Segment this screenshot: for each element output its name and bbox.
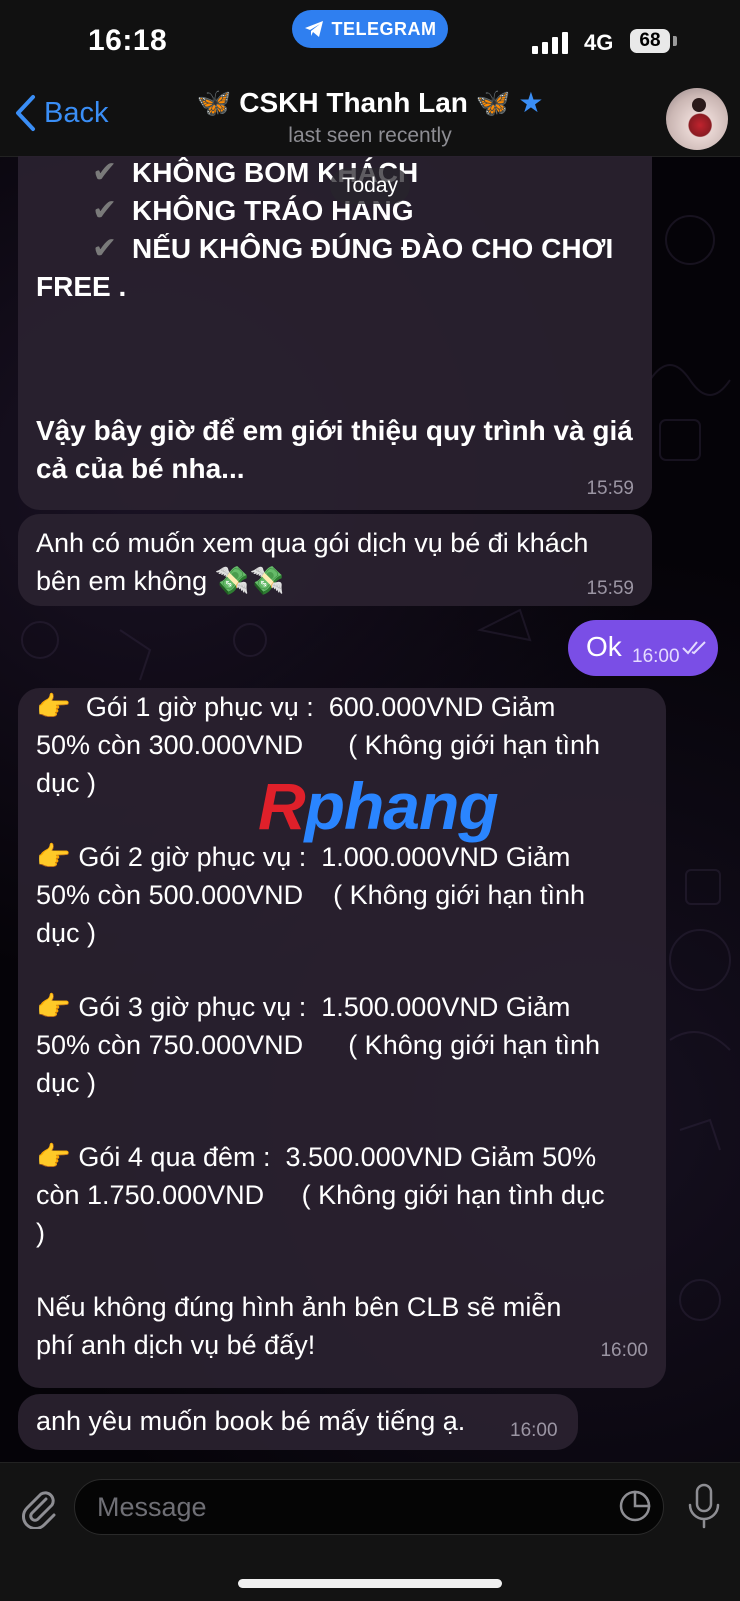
message-text: anh yêu muốn book bé mấy tiếng ạ. bbox=[36, 1406, 466, 1436]
chat-header: Back 🦋 CSKH Thanh Lan 🦋 ★ last seen rece… bbox=[0, 80, 740, 157]
message-line: bên em không 💸💸 bbox=[36, 562, 634, 600]
sticker-icon[interactable] bbox=[618, 1489, 652, 1523]
telegram-pill-label: TELEGRAM bbox=[331, 18, 437, 39]
network-type: 4G bbox=[584, 30, 614, 55]
message-bubble-incoming[interactable]: Anh có muốn xem qua gói dịch vụ bé đi kh… bbox=[18, 514, 652, 606]
pointing-right-icon: 👉 bbox=[36, 1141, 71, 1172]
status-time: 16:18 bbox=[88, 24, 168, 57]
check-mark-icon: ✔ bbox=[92, 156, 118, 189]
pointing-right-icon: 👉 bbox=[36, 841, 71, 872]
message-line: dục ) bbox=[36, 1068, 97, 1098]
message-bubble-outgoing[interactable]: Ok 16:00 bbox=[568, 620, 718, 676]
money-with-wings-icon: 💸 bbox=[249, 565, 285, 596]
message-input[interactable] bbox=[74, 1479, 664, 1535]
message-line: 50% còn 500.000VND ( Không giới hạn tình bbox=[36, 880, 586, 910]
watermark-logo: Rphang bbox=[258, 769, 499, 843]
premium-star-icon: ★ bbox=[518, 87, 544, 118]
message-time: 16:00 bbox=[632, 646, 680, 667]
message-line: FREE . bbox=[36, 271, 127, 302]
message-time: 16:00 bbox=[510, 1420, 558, 1441]
message-line: Nếu không đúng hình ảnh bên CLB sẽ miễn bbox=[36, 1292, 562, 1322]
message-time: 16:00 bbox=[600, 1340, 648, 1361]
paperclip-icon[interactable] bbox=[16, 1485, 60, 1529]
double-check-read-icon bbox=[682, 641, 706, 655]
message-line: 50% còn 300.000VND ( Không giới hạn tình bbox=[36, 730, 601, 760]
date-separator: Today bbox=[330, 168, 410, 204]
check-mark-icon: ✔ bbox=[92, 194, 118, 227]
message-line: Anh có muốn xem qua gói dịch vụ bé đi kh… bbox=[36, 528, 589, 558]
pointing-right-icon: 👉 bbox=[36, 991, 71, 1022]
microphone-icon[interactable] bbox=[686, 1483, 722, 1529]
last-seen-status: last seen recently bbox=[288, 124, 452, 147]
status-bar: 16:18 TELEGRAM 4G 68 bbox=[0, 0, 740, 80]
message-line: ) bbox=[36, 1218, 45, 1248]
message-composer bbox=[0, 1462, 740, 1601]
message-line: 50% còn 750.000VND ( Không giới hạn tình bbox=[36, 1030, 601, 1060]
money-with-wings-icon: 💸 bbox=[214, 565, 250, 596]
message-bubble-incoming[interactable]: anh yêu muốn book bé mấy tiếng ạ. 16:00 bbox=[18, 1394, 578, 1450]
chat-name: CSKH Thanh Lan bbox=[239, 87, 468, 118]
pointing-right-icon: 👉 bbox=[36, 691, 71, 722]
message-text: Ok bbox=[586, 631, 622, 662]
check-mark-icon: ✔ bbox=[92, 232, 118, 265]
message-line: phí anh dịch vụ bé đấy! bbox=[36, 1330, 316, 1360]
telegram-return-pill[interactable]: TELEGRAM bbox=[292, 10, 448, 48]
message-line: còn 1.750.000VND ( Không giới hạn tình d… bbox=[36, 1180, 605, 1210]
battery-level: 68 bbox=[630, 29, 670, 53]
telegram-plane-icon bbox=[304, 21, 323, 37]
message-time: 15:59 bbox=[586, 578, 634, 599]
message-line: Vậy bây giờ để em giới thiệu quy trình v… bbox=[36, 415, 633, 446]
butterfly-icon: 🦋 bbox=[475, 87, 511, 118]
message-line: 👉 Gói 1 giờ phục vụ : 600.000VND Giảm bbox=[36, 688, 605, 726]
home-indicator bbox=[238, 1579, 502, 1588]
message-line: cả của bé nha... bbox=[36, 453, 245, 484]
cellular-signal-icon bbox=[532, 30, 568, 54]
message-line: ✔ NẾU KHÔNG ĐÚNG ĐÀO CHO CHƠI bbox=[36, 230, 633, 268]
message-line: 👉 Gói 4 qua đêm : 3.500.000VND Giảm 50% bbox=[36, 1138, 605, 1176]
battery-cap-icon bbox=[673, 36, 677, 46]
message-line: 👉 Gói 3 giờ phục vụ : 1.500.000VND Giảm bbox=[36, 988, 605, 1026]
chat-title[interactable]: 🦋 CSKH Thanh Lan 🦋 ★ bbox=[0, 86, 740, 119]
message-time: 15:59 bbox=[586, 478, 634, 499]
message-line: dục ) bbox=[36, 918, 97, 948]
contact-avatar[interactable] bbox=[666, 88, 728, 150]
butterfly-icon: 🦋 bbox=[196, 87, 232, 118]
